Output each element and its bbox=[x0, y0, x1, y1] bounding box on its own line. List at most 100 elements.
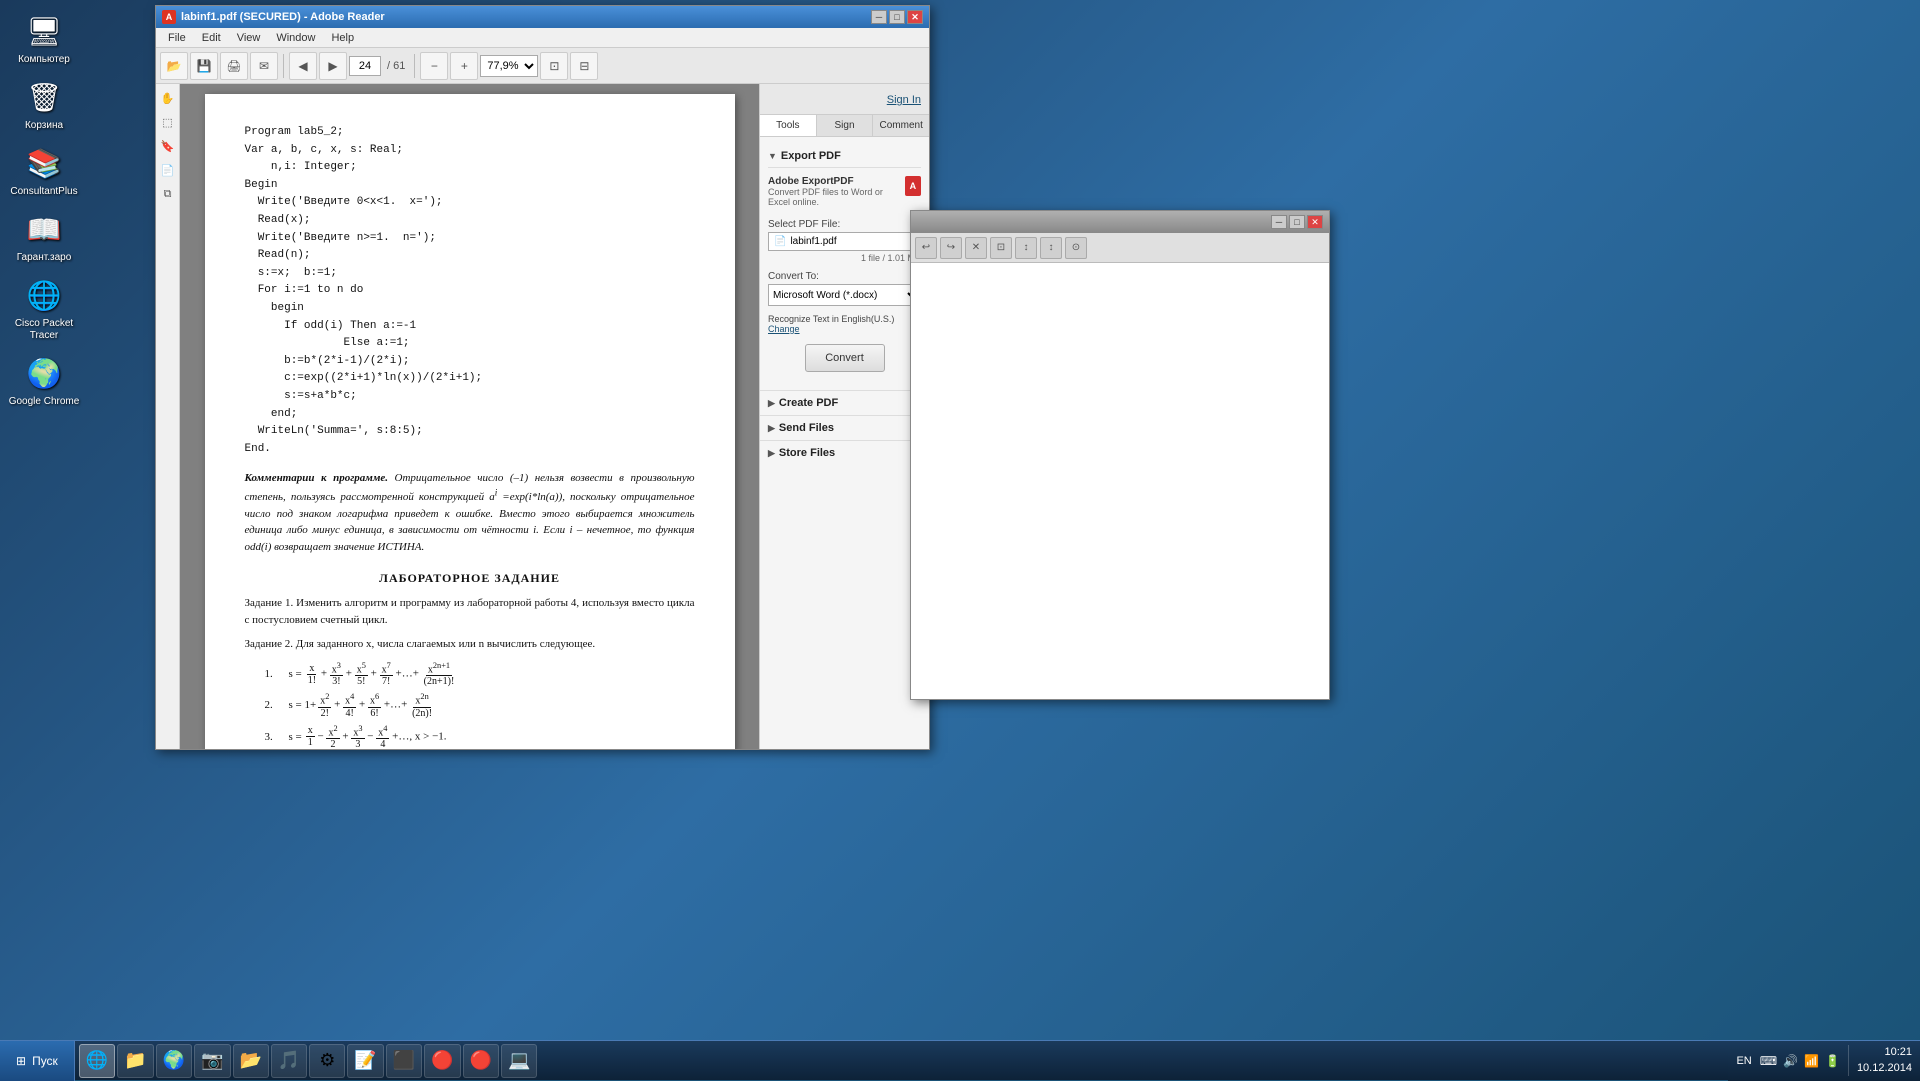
sw-tool1[interactable]: ↩ bbox=[915, 237, 937, 259]
chrome-desktop-icon[interactable]: 🌍 Google Chrome bbox=[8, 352, 80, 408]
consultant-icon-label: ConsultantPlus bbox=[10, 186, 77, 198]
recycle-desktop-icon[interactable]: 🗑 Корзина bbox=[8, 76, 80, 132]
taskbar-vs-icon[interactable]: ⬛ bbox=[386, 1044, 422, 1078]
menu-edit[interactable]: Edit bbox=[194, 30, 229, 46]
battery-icon: 🔋 bbox=[1825, 1054, 1840, 1068]
sw-tool7[interactable]: ⊙ bbox=[1065, 237, 1087, 259]
taskbar-chrome-icon[interactable]: 🌍 bbox=[156, 1044, 192, 1078]
menu-file[interactable]: File bbox=[160, 30, 194, 46]
hand-tool[interactable]: ✋ bbox=[158, 88, 178, 108]
window-title: labinf1.pdf (SECURED) - Adobe Reader bbox=[181, 11, 385, 23]
convert-to-select[interactable]: Microsoft Word (*.docx) bbox=[768, 284, 921, 306]
tab-tools[interactable]: Tools bbox=[760, 115, 817, 136]
taskbar-camera-icon[interactable]: 📷 bbox=[194, 1044, 230, 1078]
zoom-out-button[interactable]: − bbox=[420, 52, 448, 80]
zoom-select[interactable]: 77,9% bbox=[480, 55, 538, 77]
adobe-export-icon: A bbox=[905, 176, 921, 196]
clock-area: 10:21 10.12.2014 bbox=[1848, 1045, 1912, 1076]
taskbar-misc-icon[interactable]: 💻 bbox=[501, 1044, 537, 1078]
sw-tool4[interactable]: ⊡ bbox=[990, 237, 1012, 259]
sw-minimize-button[interactable]: ─ bbox=[1271, 215, 1287, 229]
save-button[interactable]: 💾 bbox=[190, 52, 218, 80]
send-files-section[interactable]: ▶ Send Files bbox=[760, 415, 929, 440]
send-files-label: Send Files bbox=[779, 422, 834, 434]
pdf-page: Program lab5_2; Var a, b, c, x, s: Real;… bbox=[205, 94, 735, 749]
menu-view[interactable]: View bbox=[229, 30, 269, 46]
zoom-in-button[interactable]: + bbox=[450, 52, 478, 80]
pdf-file-icon: 📄 bbox=[774, 236, 786, 247]
taskbar-settings-icon[interactable]: ⚙ bbox=[309, 1044, 345, 1078]
minimize-button[interactable]: ─ bbox=[871, 10, 887, 24]
create-pdf-section[interactable]: ▶ Create PDF bbox=[760, 390, 929, 415]
sign-in-link[interactable]: Sign In bbox=[887, 94, 921, 106]
select-tool[interactable]: ⬚ bbox=[158, 112, 178, 132]
maximize-button[interactable]: □ bbox=[889, 10, 905, 24]
formula3: 3. s = x1 − x22 + x33 − x44 +…, x > −1. bbox=[265, 724, 695, 749]
collapsed-arrow-icon: ▶ bbox=[768, 398, 775, 409]
start-button[interactable]: ⊞ Пуск bbox=[0, 1041, 75, 1081]
print-button[interactable]: 🖨 bbox=[220, 52, 248, 80]
change-link[interactable]: Change bbox=[768, 324, 800, 334]
next-page-button[interactable]: ▶ bbox=[319, 52, 347, 80]
tab-sign[interactable]: Sign bbox=[817, 115, 874, 136]
network-icon: 📶 bbox=[1804, 1054, 1819, 1068]
taskbar-media-icon[interactable]: 🎵 bbox=[271, 1044, 307, 1078]
bookmark-tool[interactable]: 🔖 bbox=[158, 136, 178, 156]
pages-tool[interactable]: 📄 bbox=[158, 160, 178, 180]
desktop: 🖥 Компьютер 🗑 Корзина 📚 ConsultantPlus 📖… bbox=[0, 0, 1920, 1080]
email-button[interactable]: ✉ bbox=[250, 52, 278, 80]
layers-tool[interactable]: ⧉ bbox=[158, 184, 178, 204]
taskbar-unity-icon[interactable]: 🔴 bbox=[424, 1044, 460, 1078]
file-name: labinf1.pdf bbox=[790, 236, 836, 247]
sw-close-button[interactable]: ✕ bbox=[1307, 215, 1323, 229]
page-number-input[interactable]: 24 bbox=[349, 56, 381, 76]
left-toolbar: ✋ ⬚ 🔖 📄 ⧉ bbox=[156, 84, 180, 749]
pdf-comment: Комментарии к программе. Отрицательное ч… bbox=[245, 470, 695, 555]
menu-window[interactable]: Window bbox=[268, 30, 323, 46]
taskbar-ie-icon[interactable]: 🌐 bbox=[79, 1044, 115, 1078]
garant-desktop-icon[interactable]: 📖 Гарант.заро bbox=[8, 208, 80, 264]
open-button[interactable]: 📂 bbox=[160, 52, 188, 80]
taskbar-acrobat-icon[interactable]: 🔴 bbox=[463, 1044, 499, 1078]
fit-page-button[interactable]: ⊡ bbox=[540, 52, 568, 80]
consultant-desktop-icon[interactable]: 📚 ConsultantPlus bbox=[8, 142, 80, 198]
computer-icon-label: Компьютер bbox=[18, 54, 70, 66]
page-total: / 61 bbox=[383, 60, 409, 72]
title-bar-left: A labinf1.pdf (SECURED) - Adobe Reader bbox=[162, 10, 385, 24]
sw-tool2[interactable]: ↪ bbox=[940, 237, 962, 259]
taskbar-apps: 🌐 📁 🌍 📷 📂 🎵 ⚙ 📝 ⬛ 🔴 🔴 💻 bbox=[75, 1041, 542, 1080]
system-icons: ⌨ 🔊 📶 🔋 bbox=[1760, 1054, 1840, 1068]
taskbar-word-icon[interactable]: 📝 bbox=[347, 1044, 383, 1078]
sw-tool5[interactable]: ↕ bbox=[1015, 237, 1037, 259]
store-files-label: Store Files bbox=[779, 447, 835, 459]
cisco-desktop-icon[interactable]: 🌐 Cisco Packet Tracer bbox=[8, 274, 80, 342]
sw-restore-button[interactable]: □ bbox=[1289, 215, 1305, 229]
volume-icon: 🔊 bbox=[1783, 1054, 1798, 1068]
export-pdf-header[interactable]: ▼ Export PDF bbox=[768, 145, 921, 168]
pdf-code: Program lab5_2; Var a, b, c, x, s: Real;… bbox=[245, 124, 695, 458]
export-pdf-label: Export PDF bbox=[781, 150, 841, 162]
pdf-area[interactable]: Program lab5_2; Var a, b, c, x, s: Real;… bbox=[180, 84, 759, 749]
fit-width-button[interactable]: ⊟ bbox=[570, 52, 598, 80]
menu-help[interactable]: Help bbox=[323, 30, 362, 46]
menu-bar: File Edit View Window Help bbox=[156, 28, 929, 48]
adobe-reader-window: A labinf1.pdf (SECURED) - Adobe Reader ─… bbox=[155, 5, 930, 750]
taskbar-folder-icon[interactable]: 📁 bbox=[117, 1044, 153, 1078]
prev-page-button[interactable]: ◀ bbox=[289, 52, 317, 80]
computer-desktop-icon[interactable]: 🖥 Компьютер bbox=[8, 10, 80, 66]
tab-comment[interactable]: Comment bbox=[873, 115, 929, 136]
sw-tool6[interactable]: ↕ bbox=[1040, 237, 1062, 259]
task2: Задание 2. Для заданного x, числа слагае… bbox=[245, 636, 695, 653]
sw-tool3[interactable]: ✕ bbox=[965, 237, 987, 259]
taskbar-files-icon[interactable]: 📂 bbox=[233, 1044, 269, 1078]
adobe-desc: Convert PDF files to Word or Excel onlin… bbox=[768, 187, 905, 207]
recycle-icon: 🗑 bbox=[23, 76, 65, 118]
separator1 bbox=[283, 54, 284, 78]
start-icon: ⊞ bbox=[16, 1054, 26, 1068]
convert-button[interactable]: Convert bbox=[805, 344, 885, 372]
expand-arrow-icon: ▼ bbox=[768, 151, 777, 161]
close-button[interactable]: ✕ bbox=[907, 10, 923, 24]
store-files-section[interactable]: ▶ Store Files bbox=[760, 440, 929, 465]
cisco-icon: 🌐 bbox=[23, 274, 65, 316]
recycle-icon-label: Корзина bbox=[25, 120, 63, 132]
